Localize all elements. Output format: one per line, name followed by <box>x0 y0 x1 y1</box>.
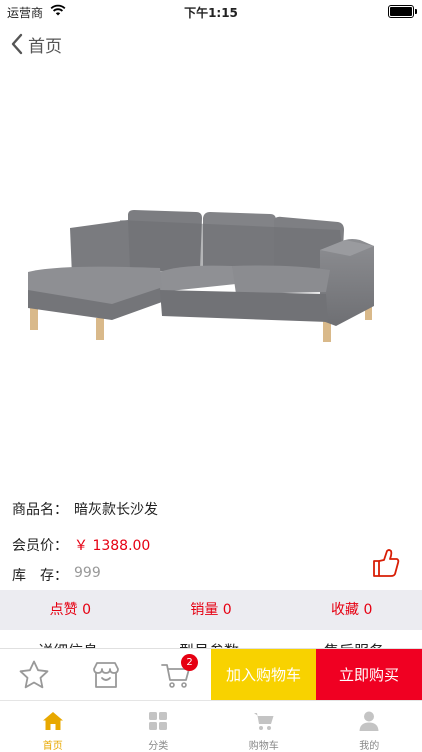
category-icon <box>147 710 169 732</box>
navigation-bar: 首页 <box>0 22 422 66</box>
tab-bar: 首页 分类 购物车 我的 <box>0 700 422 751</box>
product-price: ￥ 1388.00 <box>74 535 150 555</box>
favorites-count[interactable]: 收藏 0 <box>281 590 422 630</box>
cart-icon <box>253 710 275 732</box>
tab-bar-profile[interactable]: 我的 <box>317 701 422 751</box>
store-icon[interactable] <box>90 659 122 691</box>
product-name-row: 商品名： 暗灰款长沙发 <box>12 499 158 519</box>
tab-details[interactable]: 详细信息 <box>38 640 98 648</box>
detail-tabs: 详细信息 型号参数 售后服务 <box>0 630 422 648</box>
buy-now-button[interactable]: 立即购买 <box>316 649 422 701</box>
status-time: 下午1:15 <box>0 4 422 21</box>
battery-icon <box>388 5 414 18</box>
tab-bar-cart[interactable]: 购物车 <box>211 701 317 751</box>
cart-badge: 2 <box>181 654 198 671</box>
sales-count: 销量 0 <box>141 590 282 630</box>
back-label: 首页 <box>28 32 62 57</box>
product-name-key: 商品名： <box>12 499 74 519</box>
tab-bar-home[interactable]: 首页 <box>0 701 106 751</box>
tab-specs[interactable]: 型号参数 <box>179 640 239 648</box>
product-price-key: 会员价： <box>12 535 74 555</box>
status-bar: 运营商 下午1:15 <box>0 0 422 22</box>
action-bar: 2 加入购物车 立即购买 <box>0 648 422 701</box>
tab-bar-category[interactable]: 分类 <box>106 701 212 751</box>
back-button[interactable]: 首页 <box>10 32 62 56</box>
add-to-cart-button[interactable]: 加入购物车 <box>211 649 316 701</box>
tab-after-sales[interactable]: 售后服务 <box>324 640 384 648</box>
chevron-left-icon <box>10 33 24 55</box>
product-stock-key: 库 存： <box>12 565 74 585</box>
product-image <box>0 80 422 480</box>
sofa-illustration <box>0 80 422 480</box>
product-stock-row: 库 存： 999 <box>12 565 101 585</box>
profile-icon <box>358 710 380 732</box>
likes-count[interactable]: 点赞 0 <box>0 590 141 630</box>
product-name: 暗灰款长沙发 <box>74 499 158 519</box>
product-stock: 999 <box>74 565 101 585</box>
thumbs-up-icon[interactable] <box>372 548 400 578</box>
product-price-row: 会员价： ￥ 1388.00 <box>12 535 150 555</box>
star-icon[interactable] <box>18 659 50 691</box>
home-icon <box>42 710 64 732</box>
stats-bar: 点赞 0 销量 0 收藏 0 <box>0 590 422 630</box>
